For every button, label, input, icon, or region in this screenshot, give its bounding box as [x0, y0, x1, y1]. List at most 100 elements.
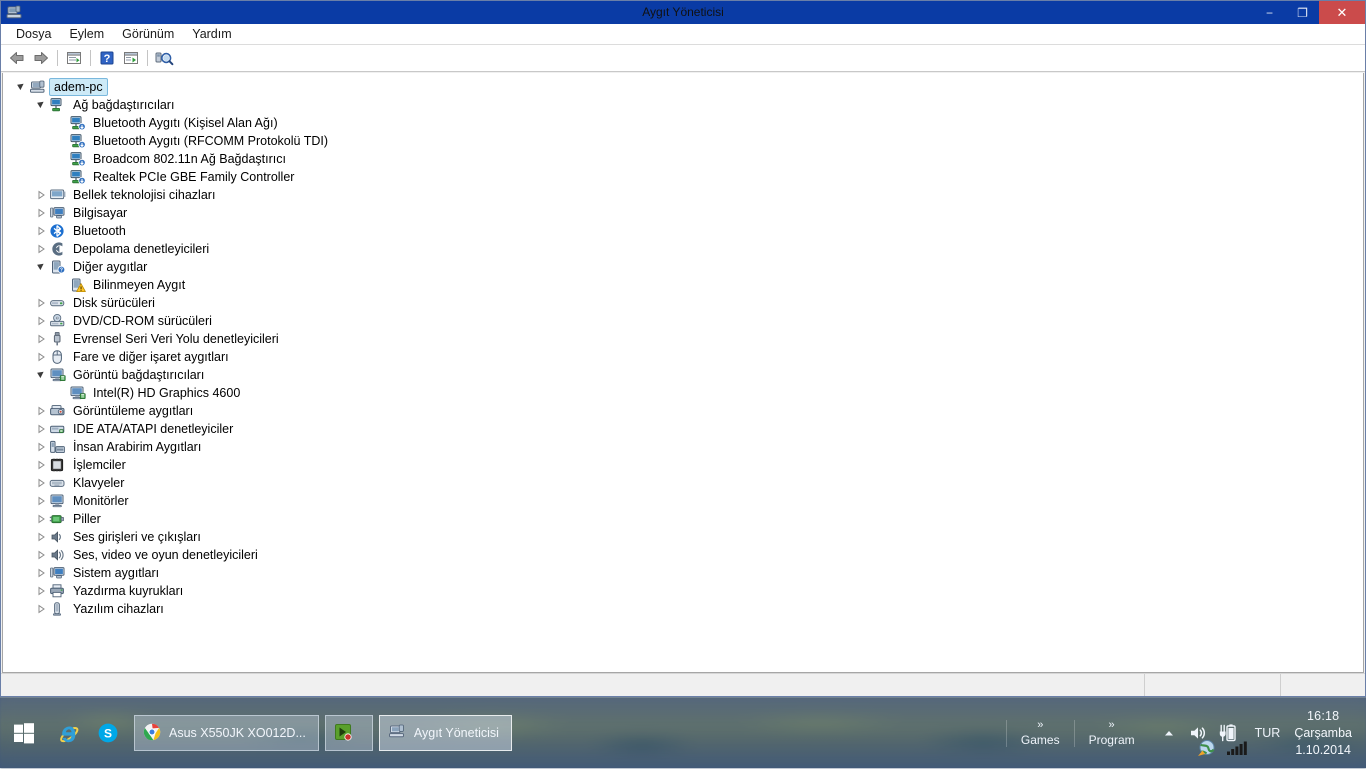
print-queue-icon — [49, 583, 67, 599]
scan-hardware-icon[interactable] — [152, 47, 176, 69]
tree-node[interactable]: Bluetooth Aygıtı (RFCOMM Protokolü TDI) — [3, 132, 1363, 150]
language-indicator[interactable]: TUR — [1245, 726, 1291, 740]
device-tree: adem-pc Ağ bağdaştırıcıları Bluetooth Ay… — [3, 73, 1363, 618]
tree-node[interactable]: Yazdırma kuyrukları — [3, 582, 1363, 600]
device-manager-icon — [5, 4, 23, 22]
tree-node[interactable]: Fare ve diğer işaret aygıtları — [3, 348, 1363, 366]
collapse-arrow-icon[interactable] — [33, 438, 49, 456]
tree-node[interactable]: İşlemciler — [3, 456, 1363, 474]
tree-node[interactable]: Bellek teknolojisi cihazları — [3, 186, 1363, 204]
tree-node[interactable]: Sistem aygıtları — [3, 564, 1363, 582]
tree-node[interactable]: Monitörler — [3, 492, 1363, 510]
tree-node[interactable]: Ses girişleri ve çıkışları — [3, 528, 1363, 546]
titlebar[interactable]: Aygıt Yöneticisi − ❐ ✕ — [1, 1, 1365, 24]
toolbar-program[interactable]: » Program — [1074, 720, 1149, 747]
memory-technology-icon — [49, 187, 67, 203]
imaging-device-icon — [49, 403, 67, 419]
tree-node[interactable]: DVD/CD-ROM sürücüleri — [3, 312, 1363, 330]
tree-node[interactable]: Görüntüleme aygıtları — [3, 402, 1363, 420]
show-hidden-icons-arrow[interactable] — [1159, 723, 1179, 743]
maximize-restore-button[interactable]: ❐ — [1286, 1, 1319, 24]
menubar: Dosya Eylem Görünüm Yardım — [1, 24, 1365, 45]
clock-date: 1.10.2014 — [1294, 742, 1352, 759]
tree-node[interactable]: Bluetooth — [3, 222, 1363, 240]
tree-node[interactable]: Bilgisayar — [3, 204, 1363, 222]
tree-node[interactable]: Disk sürücüleri — [3, 294, 1363, 312]
expand-arrow-icon[interactable] — [33, 258, 49, 276]
collapse-arrow-icon[interactable] — [33, 348, 49, 366]
tree-node-label: Ağ bağdaştırıcıları — [71, 97, 176, 113]
taskbar-item-green-app[interactable] — [325, 715, 373, 751]
collapse-arrow-icon[interactable] — [33, 186, 49, 204]
internet-explorer-icon[interactable] — [48, 698, 88, 769]
tree-node[interactable]: Intel(R) HD Graphics 4600 — [3, 384, 1363, 402]
close-button[interactable]: ✕ — [1319, 1, 1365, 24]
tree-node[interactable]: Bilinmeyen Aygıt — [3, 276, 1363, 294]
taskbar-item-device-manager-label: Aygıt Yöneticisi — [414, 726, 499, 740]
menu-item-gorunum[interactable]: Görünüm — [113, 25, 183, 43]
start-button[interactable] — [0, 698, 48, 769]
collapse-arrow-icon[interactable] — [33, 546, 49, 564]
collapse-arrow-icon[interactable] — [33, 294, 49, 312]
minimize-button[interactable]: − — [1253, 1, 1286, 24]
tree-node[interactable]: IDE ATA/ATAPI denetleyiciler — [3, 420, 1363, 438]
keyboard-icon — [49, 475, 67, 491]
chevron-right-icon: » — [1037, 720, 1043, 731]
tree-node[interactable]: Yazılım cihazları — [3, 600, 1363, 618]
expand-arrow-icon[interactable] — [33, 96, 49, 114]
network-globe-icon[interactable] — [1196, 738, 1216, 763]
tree-node[interactable]: Ağ bağdaştırıcıları — [3, 96, 1363, 114]
tree-node-label: Evrensel Seri Veri Yolu denetleyicileri — [71, 331, 281, 347]
tree-node[interactable]: ? Diğer aygıtlar — [3, 258, 1363, 276]
skype-icon[interactable]: S — [88, 698, 128, 769]
twisty-spacer — [53, 168, 69, 186]
status-pane-3 — [1281, 674, 1365, 696]
menu-item-dosya[interactable]: Dosya — [7, 25, 60, 43]
tree-node[interactable]: Klavyeler — [3, 474, 1363, 492]
collapse-arrow-icon[interactable] — [33, 240, 49, 258]
collapse-arrow-icon[interactable] — [33, 582, 49, 600]
wifi-signal-icon[interactable] — [1226, 740, 1248, 761]
help-question-icon[interactable]: ? — [95, 47, 119, 69]
collapse-arrow-icon[interactable] — [33, 474, 49, 492]
tree-node[interactable]: İnsan Arabirim Aygıtları — [3, 438, 1363, 456]
expand-arrow-icon[interactable] — [33, 366, 49, 384]
collapse-arrow-icon[interactable] — [33, 204, 49, 222]
tree-node[interactable]: Depolama denetleyicileri — [3, 240, 1363, 258]
collapse-arrow-icon[interactable] — [33, 330, 49, 348]
forward-arrow-icon[interactable] — [29, 47, 53, 69]
properties-panel-icon[interactable] — [62, 47, 86, 69]
tree-node[interactable]: Görüntü bağdaştırıcıları — [3, 366, 1363, 384]
tree-node-label: Bilgisayar — [71, 205, 129, 221]
back-arrow-icon[interactable] — [5, 47, 29, 69]
tree-node[interactable]: Piller — [3, 510, 1363, 528]
tree-node[interactable]: Evrensel Seri Veri Yolu denetleyicileri — [3, 330, 1363, 348]
collapse-arrow-icon[interactable] — [33, 402, 49, 420]
expand-arrow-icon[interactable] — [13, 78, 29, 96]
collapse-arrow-icon[interactable] — [33, 312, 49, 330]
collapse-arrow-icon[interactable] — [33, 492, 49, 510]
collapse-arrow-icon[interactable] — [33, 420, 49, 438]
tree-node-label: Bellek teknolojisi cihazları — [71, 187, 217, 203]
tree-node-label: adem-pc — [49, 78, 108, 96]
menu-item-yardim[interactable]: Yardım — [183, 25, 240, 43]
collapse-arrow-icon[interactable] — [33, 510, 49, 528]
device-tree-panel[interactable]: adem-pc Ağ bağdaştırıcıları Bluetooth Ay… — [2, 73, 1364, 673]
collapse-arrow-icon[interactable] — [33, 222, 49, 240]
collapse-arrow-icon[interactable] — [33, 528, 49, 546]
collapse-arrow-icon[interactable] — [33, 600, 49, 618]
collapse-arrow-icon[interactable] — [33, 564, 49, 582]
taskbar-item-device-manager[interactable]: Aygıt Yöneticisi — [379, 715, 512, 751]
menu-item-eylem[interactable]: Eylem — [60, 25, 113, 43]
collapse-arrow-icon[interactable] — [33, 456, 49, 474]
tree-root-node[interactable]: adem-pc — [3, 78, 1363, 96]
tree-node[interactable]: Realtek PCIe GBE Family Controller — [3, 168, 1363, 186]
tree-node[interactable]: Broadcom 802.11n Ağ Bağdaştırıcı — [3, 150, 1363, 168]
tree-node[interactable]: Ses, video ve oyun denetleyicileri — [3, 546, 1363, 564]
clock[interactable]: 16:18 Çarşamba 1.10.2014 — [1290, 708, 1366, 759]
twisty-spacer — [53, 276, 69, 294]
show-panel-icon[interactable] — [119, 47, 143, 69]
taskbar-item-chrome[interactable]: Asus X550JK XO012D... — [134, 715, 319, 751]
toolbar-games[interactable]: » Games — [1006, 720, 1074, 747]
tree-node[interactable]: Bluetooth Aygıtı (Kişisel Alan Ağı) — [3, 114, 1363, 132]
